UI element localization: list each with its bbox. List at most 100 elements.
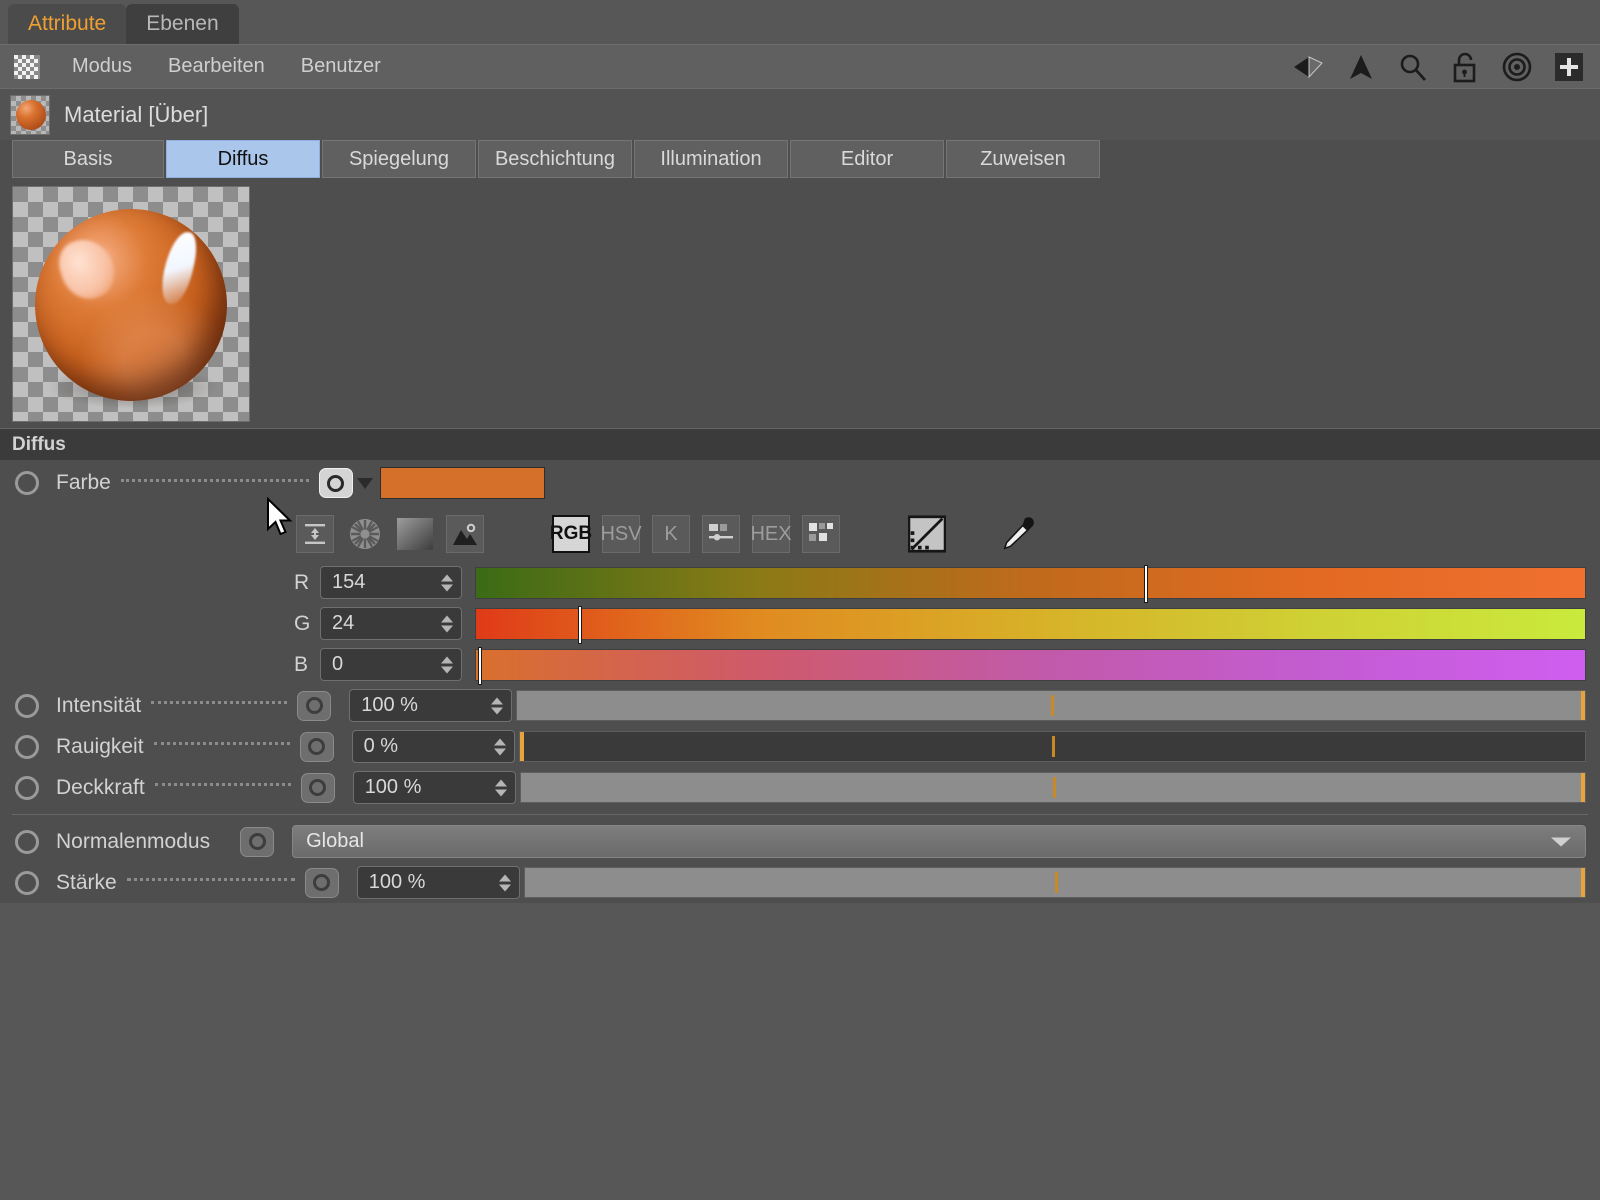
texture-chip-farbe[interactable]: [318, 468, 353, 498]
color-mode-bar: RGB HSV K HEX: [0, 506, 1600, 562]
channel-gradient-r[interactable]: [475, 564, 1586, 603]
color-model-hex-button[interactable]: HEX: [750, 515, 792, 553]
dotted-leader: [126, 878, 295, 881]
channel-label-b: B: [294, 652, 309, 676]
texture-chip-intensitaet[interactable]: [297, 690, 332, 721]
slider-deckkraft[interactable]: [519, 772, 1586, 803]
channel-value-b: 0: [332, 653, 344, 675]
eyedropper-icon[interactable]: [1000, 515, 1038, 553]
menu-item-bearbeiten[interactable]: Bearbeiten: [150, 55, 283, 78]
tab-illumination-label: Illumination: [660, 147, 762, 170]
tab-illumination[interactable]: Illumination: [634, 140, 788, 178]
row-deckkraft: Deckkraft 100 %: [0, 767, 1600, 808]
tab-beschichtung[interactable]: Beschichtung: [478, 140, 632, 178]
spinner-deckkraft[interactable]: [494, 779, 507, 796]
channel-handle-r[interactable]: [1143, 564, 1148, 603]
slider-intensitaet[interactable]: [516, 690, 1586, 721]
spinner-rauigkeit[interactable]: [493, 738, 506, 755]
chevron-down-icon[interactable]: [1551, 837, 1571, 846]
channel-input-r[interactable]: 154: [320, 566, 462, 599]
row-staerke: Stärke 100 %: [0, 862, 1600, 903]
color-swatch-farbe[interactable]: [379, 467, 545, 499]
texture-chip-normalenmodus[interactable]: [240, 826, 275, 857]
value-input-staerke[interactable]: 100 %: [356, 866, 520, 899]
texture-chip-staerke[interactable]: [304, 867, 339, 898]
color-model-hsv-button[interactable]: HSV: [600, 515, 642, 553]
chevron-down-icon[interactable]: [356, 477, 373, 489]
material-sphere-thumbnail[interactable]: [10, 94, 50, 135]
animation-dot-farbe[interactable]: [15, 471, 39, 495]
tab-basis-label: Basis: [63, 147, 113, 170]
channel-input-b[interactable]: 0: [320, 648, 462, 681]
plus-icon[interactable]: [1552, 50, 1586, 84]
row-farbe: Farbe: [0, 460, 1600, 506]
spinner-b[interactable]: [441, 656, 453, 673]
channel-value-g: 24: [332, 612, 355, 634]
color-wheel-icon[interactable]: [346, 515, 384, 553]
dotted-leader: [220, 838, 230, 839]
slider-knob-staerke[interactable]: [1581, 868, 1585, 897]
tab-diffus-label: Diffus: [217, 147, 269, 170]
target-icon[interactable]: [1500, 50, 1534, 84]
page-title: Material [Über]: [64, 101, 209, 127]
spinner-r[interactable]: [441, 574, 453, 591]
channel-row-g: G 24: [0, 603, 1600, 644]
spinner-intensitaet[interactable]: [491, 697, 504, 714]
animation-dot-staerke[interactable]: [15, 870, 39, 895]
window-tab-ebenen[interactable]: Ebenen: [126, 4, 239, 44]
animation-dot-deckkraft[interactable]: [15, 775, 39, 800]
animation-dot-rauigkeit[interactable]: [15, 734, 39, 759]
value-deckkraft: 100 %: [364, 776, 422, 798]
spinner-g[interactable]: [441, 615, 453, 632]
spinner-staerke[interactable]: [498, 874, 511, 891]
channel-gradient-g[interactable]: [475, 605, 1586, 644]
color-model-rgb-button[interactable]: RGB: [550, 515, 592, 553]
menu-bar-tools: [1292, 45, 1586, 89]
color-swatches-icon[interactable]: [802, 515, 840, 553]
slider-staerke[interactable]: [523, 867, 1586, 898]
tab-basis[interactable]: Basis: [12, 140, 164, 178]
slider-knob-intensitaet[interactable]: [1581, 691, 1585, 720]
color-mixer-icon[interactable]: [702, 515, 740, 553]
texture-chip-rauigkeit[interactable]: [299, 731, 334, 762]
value-input-deckkraft[interactable]: 100 %: [352, 771, 516, 804]
channel-gradient-b[interactable]: [475, 646, 1586, 685]
back-arrow-icon[interactable]: [1292, 50, 1326, 84]
menu-item-modus[interactable]: Modus: [54, 55, 150, 78]
color-model-k-button[interactable]: K: [652, 515, 690, 553]
collapse-icon[interactable]: [296, 515, 334, 553]
channel-input-g[interactable]: 24: [320, 607, 462, 640]
dropdown-normalenmodus[interactable]: Global: [292, 825, 1586, 858]
slider-rauigkeit[interactable]: [518, 731, 1586, 762]
tab-spiegelung[interactable]: Spiegelung: [322, 140, 476, 178]
tab-editor[interactable]: Editor: [790, 140, 944, 178]
tab-diffus[interactable]: Diffus: [166, 140, 320, 178]
dotted-leader: [120, 478, 309, 482]
tab-zuweisen[interactable]: Zuweisen: [946, 140, 1100, 178]
hex-label: HEX: [750, 522, 792, 545]
image-texture-icon[interactable]: [446, 515, 484, 553]
value-input-rauigkeit[interactable]: 0 %: [351, 730, 515, 763]
gradient-square-icon[interactable]: [396, 515, 434, 553]
channel-value-r: 154: [332, 571, 366, 593]
checkerboard-grid-icon[interactable]: [14, 54, 40, 79]
unlock-icon[interactable]: [1448, 50, 1482, 84]
animation-dot-intensitaet[interactable]: [15, 693, 39, 718]
split-swatch-icon[interactable]: [908, 515, 946, 553]
slider-knob-rauigkeit[interactable]: [519, 732, 524, 761]
value-staerke: 100 %: [368, 871, 426, 893]
texture-chip-deckkraft[interactable]: [300, 772, 335, 803]
label-normalenmodus: Normalenmodus: [56, 829, 211, 853]
section-header-label: Diffus: [12, 433, 66, 455]
value-rauigkeit: 0 %: [363, 735, 399, 757]
channel-handle-b[interactable]: [478, 646, 483, 685]
slider-knob-deckkraft[interactable]: [1581, 773, 1585, 802]
material-preview[interactable]: [12, 186, 250, 422]
channel-handle-g[interactable]: [578, 605, 583, 644]
menu-item-benutzer[interactable]: Benutzer: [283, 55, 399, 78]
animation-dot-normalenmodus[interactable]: [15, 829, 39, 854]
search-icon[interactable]: [1396, 50, 1430, 84]
window-tab-attribute[interactable]: Attribute: [8, 4, 127, 44]
up-arrow-icon[interactable]: [1344, 50, 1378, 84]
value-input-intensitaet[interactable]: 100 %: [349, 689, 513, 722]
